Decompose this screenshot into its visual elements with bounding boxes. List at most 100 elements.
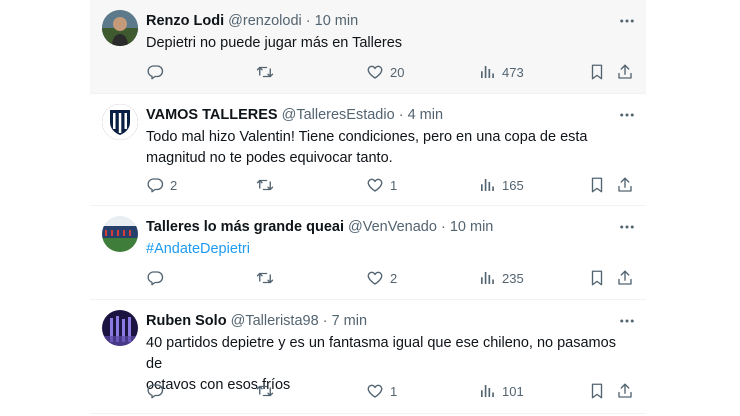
tweet-actions: 20 473 bbox=[146, 62, 636, 82]
bookmark-icon bbox=[588, 382, 606, 400]
views-count: 101 bbox=[502, 383, 524, 399]
like-count: 2 bbox=[390, 270, 398, 286]
tweet-text: Todo mal hizo Valentin! Tiene condicione… bbox=[146, 127, 626, 169]
separator: · bbox=[322, 313, 328, 329]
tweet-text-line: Todo mal hizo Valentin! Tiene condicione… bbox=[146, 129, 588, 145]
timestamp[interactable]: 4 min bbox=[408, 107, 443, 123]
views-button[interactable]: 165 bbox=[478, 175, 524, 195]
tweet-actions: 2 1 165 bbox=[146, 175, 636, 195]
like-icon bbox=[366, 63, 384, 81]
tweet-header: Renzo Lodi @renzolodi · 10 min bbox=[146, 13, 358, 29]
more-icon[interactable] bbox=[618, 12, 636, 30]
more-icon[interactable] bbox=[618, 312, 636, 330]
retweet-button[interactable] bbox=[256, 175, 280, 195]
like-button[interactable]: 20 bbox=[366, 62, 404, 82]
tweet[interactable]: VAMOS TALLERES @TalleresEstadio · 4 min … bbox=[90, 94, 646, 206]
share-button[interactable] bbox=[616, 175, 634, 195]
tweet-text: #AndateDepietri bbox=[146, 239, 626, 260]
like-count: 1 bbox=[390, 383, 398, 399]
bookmark-button[interactable] bbox=[588, 268, 606, 288]
share-button[interactable] bbox=[616, 381, 634, 401]
more-icon[interactable] bbox=[618, 106, 636, 124]
separator: · bbox=[398, 107, 404, 123]
tweet-text: Depietri no puede jugar más en Talleres bbox=[146, 35, 403, 51]
author-handle[interactable]: @renzolodi bbox=[228, 13, 302, 29]
timestamp[interactable]: 7 min bbox=[332, 313, 367, 329]
author-name[interactable]: VAMOS TALLERES bbox=[146, 107, 278, 123]
tweet[interactable]: Renzo Lodi @renzolodi · 10 min Depietri … bbox=[90, 0, 646, 94]
separator: · bbox=[440, 219, 446, 235]
tweet-actions: 2 235 bbox=[146, 268, 636, 288]
share-button[interactable] bbox=[616, 62, 634, 82]
like-icon bbox=[366, 269, 384, 287]
share-button[interactable] bbox=[616, 268, 634, 288]
reply-count: 2 bbox=[170, 177, 178, 193]
reply-icon bbox=[146, 382, 164, 400]
reply-button[interactable] bbox=[146, 268, 170, 288]
like-button[interactable]: 2 bbox=[366, 268, 397, 288]
timestamp[interactable]: 10 min bbox=[315, 13, 359, 29]
views-icon bbox=[478, 63, 496, 81]
reply-button[interactable] bbox=[146, 62, 170, 82]
timestamp[interactable]: 10 min bbox=[450, 219, 494, 235]
share-icon bbox=[616, 269, 634, 287]
like-button[interactable]: 1 bbox=[366, 381, 397, 401]
tweet-text-line: magnitud no te podes equivocar tanto. bbox=[146, 150, 393, 166]
bookmark-button[interactable] bbox=[588, 175, 606, 195]
author-name[interactable]: Talleres lo más grande queai bbox=[146, 219, 344, 235]
retweet-button[interactable] bbox=[256, 381, 280, 401]
bookmark-icon bbox=[588, 63, 606, 81]
retweet-icon bbox=[256, 63, 274, 81]
reply-button[interactable]: 2 bbox=[146, 175, 177, 195]
like-count: 1 bbox=[390, 177, 398, 193]
tweet-feed: Renzo Lodi @renzolodi · 10 min Depietri … bbox=[90, 0, 646, 414]
retweet-icon bbox=[256, 382, 274, 400]
tweet[interactable]: Talleres lo más grande queai @VenVenado … bbox=[90, 206, 646, 300]
bookmark-button[interactable] bbox=[588, 62, 606, 82]
bookmark-button[interactable] bbox=[588, 381, 606, 401]
views-button[interactable]: 473 bbox=[478, 62, 524, 82]
like-button[interactable]: 1 bbox=[366, 175, 397, 195]
share-icon bbox=[616, 176, 634, 194]
views-count: 235 bbox=[502, 270, 524, 286]
tweet-header: VAMOS TALLERES @TalleresEstadio · 4 min bbox=[146, 107, 443, 123]
views-icon bbox=[478, 382, 496, 400]
share-icon bbox=[616, 382, 634, 400]
reply-icon bbox=[146, 63, 164, 81]
tweet[interactable]: Ruben Solo @Tallerista98 · 7 min 40 part… bbox=[90, 300, 646, 414]
retweet-icon bbox=[256, 176, 274, 194]
avatar[interactable] bbox=[102, 104, 138, 140]
reply-icon bbox=[146, 269, 164, 287]
avatar[interactable] bbox=[102, 10, 138, 46]
author-name[interactable]: Renzo Lodi bbox=[146, 13, 224, 29]
tweet-text-line: 40 partidos depietre y es un fantasma ig… bbox=[146, 335, 616, 372]
hashtag-link[interactable]: #AndateDepietri bbox=[146, 241, 250, 257]
share-icon bbox=[616, 63, 634, 81]
separator: · bbox=[305, 13, 311, 29]
avatar[interactable] bbox=[102, 310, 138, 346]
views-count: 473 bbox=[502, 64, 524, 80]
views-button[interactable]: 235 bbox=[478, 268, 524, 288]
bookmark-icon bbox=[588, 176, 606, 194]
author-handle[interactable]: @TalleresEstadio bbox=[282, 107, 395, 123]
tweet-actions: 1 101 bbox=[146, 381, 636, 401]
reply-icon bbox=[146, 176, 164, 194]
author-name[interactable]: Ruben Solo bbox=[146, 313, 227, 329]
like-icon bbox=[366, 176, 384, 194]
tweet-header: Talleres lo más grande queai @VenVenado … bbox=[146, 219, 493, 235]
reply-button[interactable] bbox=[146, 381, 170, 401]
views-button[interactable]: 101 bbox=[478, 381, 524, 401]
views-icon bbox=[478, 176, 496, 194]
author-handle[interactable]: @VenVenado bbox=[348, 219, 437, 235]
views-icon bbox=[478, 269, 496, 287]
like-count: 20 bbox=[390, 64, 405, 80]
tweet-header: Ruben Solo @Tallerista98 · 7 min bbox=[146, 313, 367, 329]
bookmark-icon bbox=[588, 269, 606, 287]
retweet-icon bbox=[256, 269, 274, 287]
retweet-button[interactable] bbox=[256, 268, 280, 288]
views-count: 165 bbox=[502, 177, 524, 193]
avatar[interactable] bbox=[102, 216, 138, 252]
more-icon[interactable] bbox=[618, 218, 636, 236]
retweet-button[interactable] bbox=[256, 62, 280, 82]
author-handle[interactable]: @Tallerista98 bbox=[231, 313, 319, 329]
